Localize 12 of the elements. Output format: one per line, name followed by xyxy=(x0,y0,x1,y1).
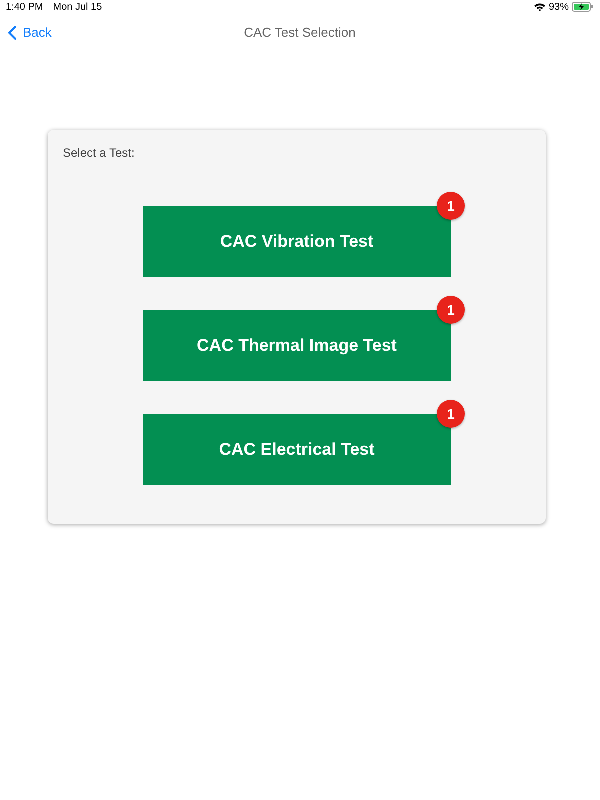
notification-badge: 1 xyxy=(437,296,465,324)
back-button[interactable]: Back xyxy=(8,23,52,43)
battery-charging-icon xyxy=(572,2,594,12)
chevron-left-icon xyxy=(8,26,17,40)
notification-badge: 1 xyxy=(437,192,465,220)
notification-badge: 1 xyxy=(437,400,465,428)
status-time: 1:40 PM xyxy=(6,0,44,14)
wifi-icon xyxy=(534,2,546,12)
battery-percentage: 93% xyxy=(548,0,569,14)
select-test-label: Select a Test: xyxy=(63,146,135,160)
page-title: CAC Test Selection xyxy=(244,24,356,42)
status-date: Mon Jul 15 xyxy=(53,0,102,14)
